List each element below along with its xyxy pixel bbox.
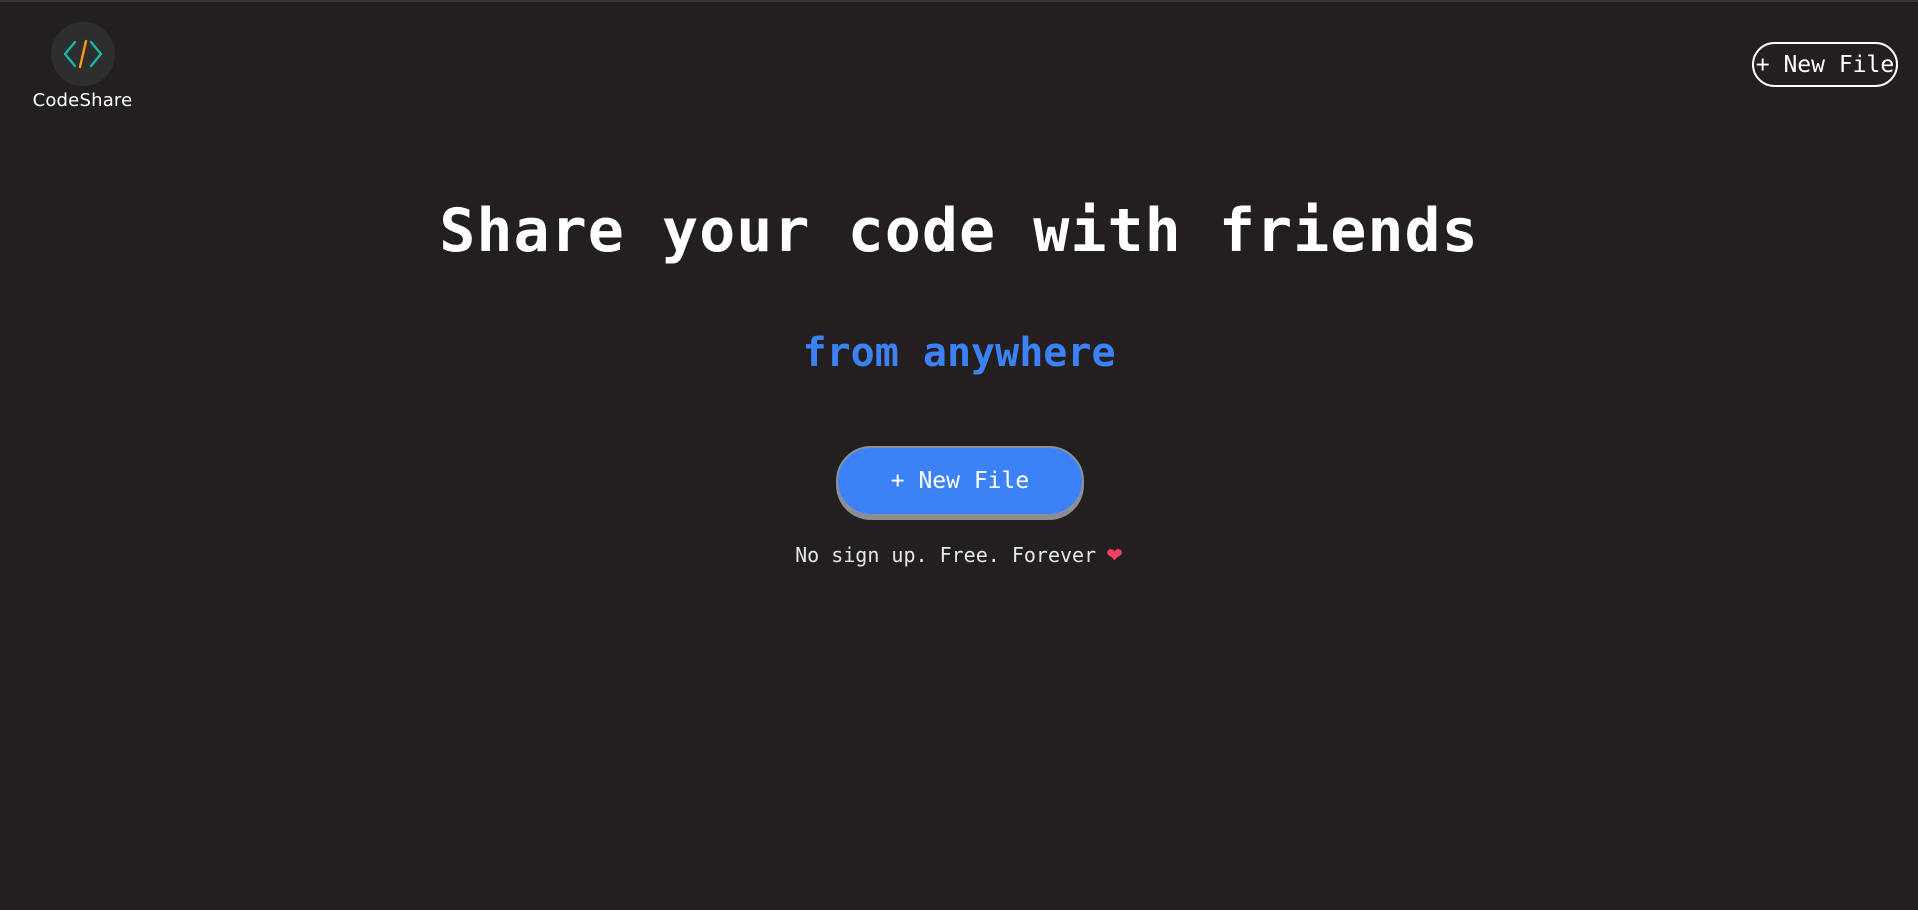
heart-icon: ❤ [1106,543,1123,567]
hero-subhead: from anywhere [802,330,1116,376]
brand-logo[interactable]: CodeShare [30,22,135,111]
header-new-file-button[interactable]: + New File [1752,42,1898,87]
code-brackets-icon [50,22,115,86]
top-border [0,0,1918,2]
brand-name: CodeShare [32,90,133,111]
tagline: No sign up. Free. Forever ❤ [0,543,1918,567]
hero-headline: Share your code with friends [439,196,1479,266]
new-file-button[interactable]: + New File [836,446,1084,516]
tagline-text: No sign up. Free. Forever [795,543,1097,567]
